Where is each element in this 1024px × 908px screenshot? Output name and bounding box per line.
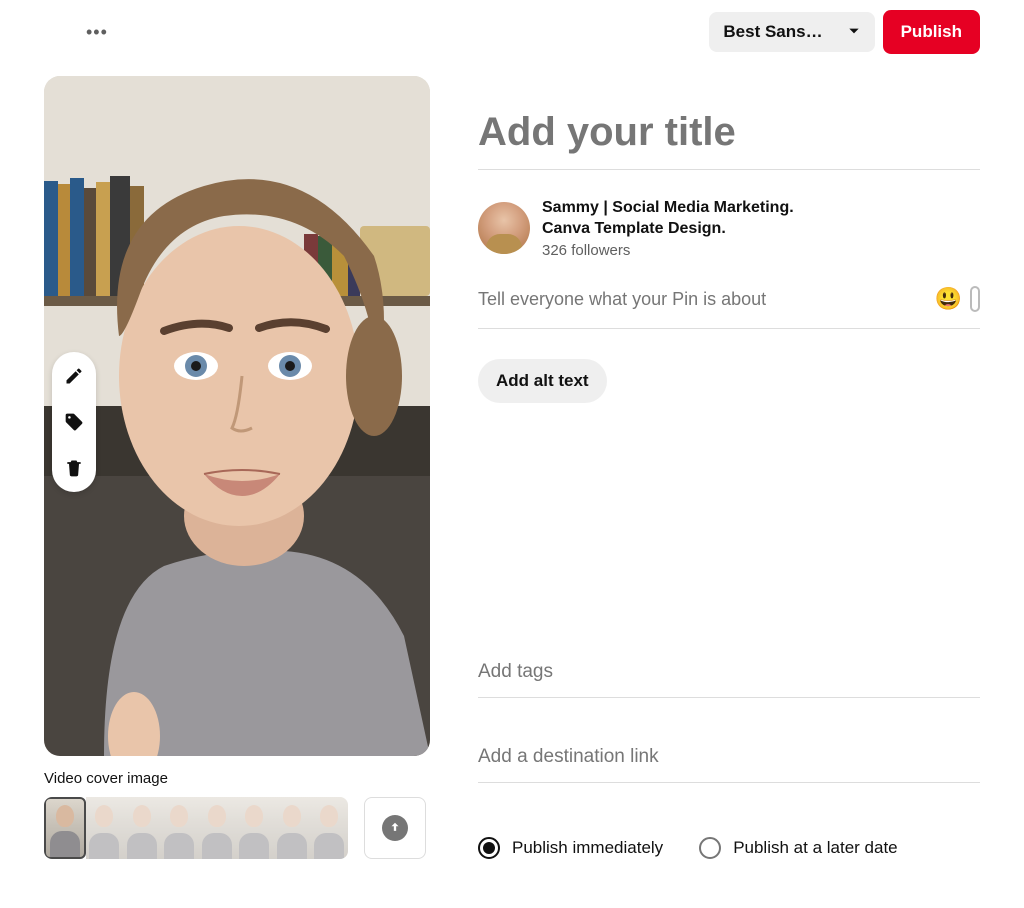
publish-button[interactable]: Publish: [883, 10, 980, 54]
thumbnail-frame[interactable]: [44, 797, 86, 859]
tag-icon[interactable]: [62, 410, 86, 434]
user-avatar: [478, 202, 530, 254]
chevron-down-icon: [847, 24, 861, 41]
description-input[interactable]: [478, 283, 927, 316]
thumbnail-frame[interactable]: [311, 797, 349, 859]
publish-immediately-radio[interactable]: Publish immediately: [478, 837, 663, 859]
preview-tool-pill: [52, 352, 96, 492]
user-name-line1: Sammy | Social Media Marketing.: [542, 198, 794, 219]
emoji-picker-icon[interactable]: 😃: [935, 286, 962, 312]
thumbnail-frame[interactable]: [236, 797, 274, 859]
publish-immediately-label: Publish immediately: [512, 838, 663, 858]
thumbnail-frame[interactable]: [198, 797, 236, 859]
trash-icon[interactable]: [62, 456, 86, 480]
thumbnail-frame[interactable]: [86, 797, 124, 859]
publish-later-label: Publish at a later date: [733, 838, 897, 858]
description-scrollbar[interactable]: [970, 286, 980, 312]
add-alt-text-button[interactable]: Add alt text: [478, 359, 607, 403]
more-options-icon[interactable]: •••: [78, 14, 116, 51]
user-followers: 326 followers: [542, 242, 794, 259]
upload-icon: [382, 815, 408, 841]
tags-input[interactable]: [478, 651, 980, 698]
title-input[interactable]: [478, 104, 980, 170]
thumbnail-frame[interactable]: [161, 797, 199, 859]
cover-thumbnail-strip[interactable]: [44, 797, 348, 859]
board-select-label: Best Sans…: [723, 22, 822, 42]
cover-image-label: Video cover image: [44, 770, 430, 787]
board-select-dropdown[interactable]: Best Sans…: [709, 12, 874, 52]
edit-icon[interactable]: [62, 364, 86, 388]
upload-cover-button[interactable]: [364, 797, 426, 859]
destination-link-input[interactable]: [478, 736, 980, 783]
publish-later-radio[interactable]: Publish at a later date: [699, 837, 897, 859]
thumbnail-frame[interactable]: [273, 797, 311, 859]
user-name-line2: Canva Template Design.: [542, 219, 794, 240]
video-preview: [44, 76, 430, 756]
thumbnail-frame[interactable]: [123, 797, 161, 859]
